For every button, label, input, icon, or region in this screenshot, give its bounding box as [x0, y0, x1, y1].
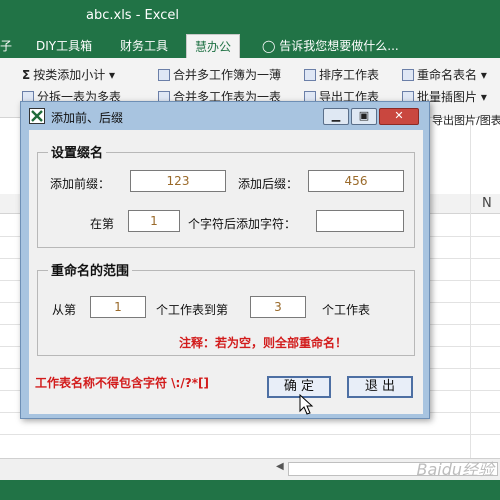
dialog-title: 添加前、后缀 [51, 111, 124, 125]
position-label: 在第 [90, 217, 115, 231]
range-to-label: 个工作表到第 [156, 303, 229, 317]
sigma-icon: Σ [22, 68, 31, 82]
minimize-icon: ▁ [331, 109, 341, 122]
tell-me-text: 告诉我您想要做什么... [279, 39, 399, 53]
grid-line [470, 118, 471, 458]
range-from-input[interactable]: 1 [90, 296, 146, 318]
rename-sheets-button[interactable]: 重命名表名 ▾ [402, 66, 487, 83]
suffix-settings-group: 设置缀名 添加前缀： 123 添加后缀： 456 在第 1 个字符后添加字符： [37, 142, 415, 248]
suffix-input[interactable]: 456 [308, 170, 404, 192]
batch-subtotal-button[interactable]: Σ 按类添加小计 ▾ [22, 66, 115, 83]
insert-char-input[interactable] [316, 210, 404, 232]
column-header-n[interactable]: N [482, 196, 492, 211]
tab-partial[interactable]: 子 [0, 37, 12, 54]
range-end-label: 个工作表 [322, 303, 371, 317]
position-input[interactable]: 1 [128, 210, 180, 232]
suffix-label: 添加后缀： [238, 177, 299, 191]
exit-button[interactable]: 退 出 [347, 376, 413, 398]
excel-titlebar: abc.xls - Excel [0, 0, 500, 32]
dialog-body: 设置缀名 添加前缀： 123 添加后缀： 456 在第 1 个字符后添加字符： … [29, 130, 423, 415]
tab-finance-tools[interactable]: 财务工具 [120, 37, 168, 54]
merge-workbooks-button[interactable]: 合并多工作簿为一薄 [158, 66, 281, 83]
insert-char-label: 个字符后添加字符： [188, 217, 297, 231]
group-title: 重命名的范围 [48, 260, 133, 279]
merge-icon [158, 69, 170, 81]
tab-hui-office[interactable]: 慧办公 [186, 34, 241, 58]
empty-note-text: 注释：若为空，则全部重命名！ [179, 336, 348, 350]
add-prefix-suffix-dialog: 添加前、后缀 ▁ ▣ ✕ 设置缀名 添加前缀： 123 添加后缀： 456 在第… [20, 101, 430, 419]
range-to-input[interactable]: 3 [250, 296, 306, 318]
tell-me-search[interactable]: ◯ 告诉我您想要做什么... [262, 37, 399, 54]
close-button[interactable]: ✕ [379, 108, 419, 125]
grid-line [0, 434, 500, 435]
ribbon-tabs: 子 DIY工具箱 财务工具 慧办公 ◯ 告诉我您想要做什么... [0, 32, 500, 58]
maximize-button[interactable]: ▣ [351, 108, 377, 125]
group-title: 设置缀名 [48, 142, 107, 161]
invalid-chars-note: 工作表名称不得包含字符 \:/?*[] [35, 376, 209, 390]
sort-sheets-button[interactable]: 排序工作表 [304, 66, 379, 83]
sort-icon [304, 69, 316, 81]
mouse-pointer-icon [299, 394, 314, 415]
prefix-input[interactable]: 123 [130, 170, 226, 192]
bottom-status-strip [0, 480, 500, 500]
scroll-left-icon[interactable]: ◀ [276, 461, 284, 472]
maximize-icon: ▣ [358, 109, 370, 122]
range-from-label: 从第 [52, 303, 77, 317]
tab-diy-toolbox[interactable]: DIY工具箱 [36, 37, 92, 54]
close-icon: ✕ [394, 109, 404, 122]
rename-icon [402, 69, 414, 81]
minimize-button[interactable]: ▁ [323, 108, 349, 125]
dialog-titlebar[interactable]: 添加前、后缀 ▁ ▣ ✕ [21, 102, 429, 130]
excel-app-icon [29, 108, 45, 124]
window-title: abc.xls - Excel [86, 8, 179, 23]
export-images-button[interactable]: 导出图片/图表 [432, 112, 500, 128]
lightbulb-icon: ◯ [262, 39, 276, 53]
prefix-label: 添加前缀： [50, 177, 111, 191]
watermark: Baidu经验 [416, 460, 494, 479]
